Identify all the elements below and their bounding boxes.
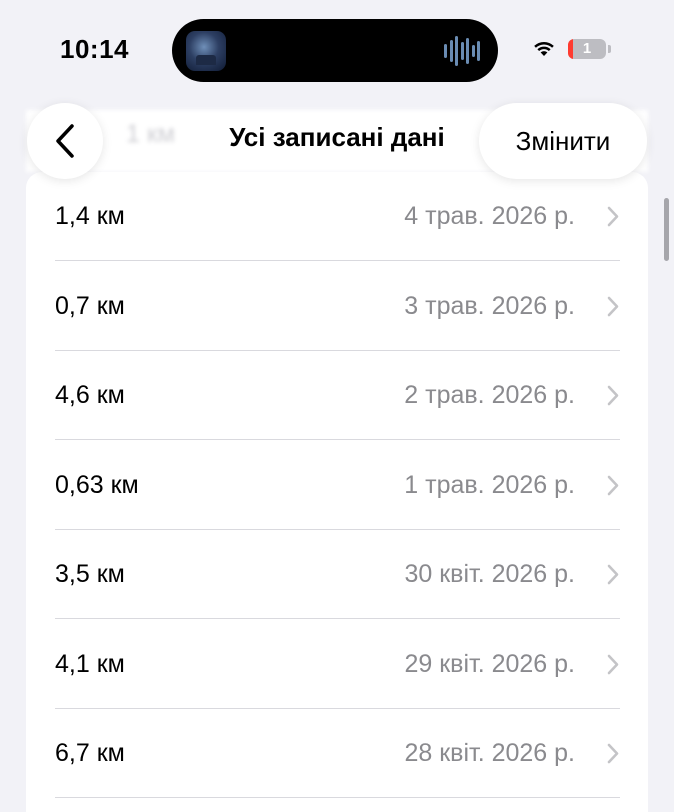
record-distance: 0,63 км <box>55 470 139 499</box>
chevron-right-icon <box>607 475 619 495</box>
record-date: 1 трав. 2026 р. <box>404 470 575 499</box>
record-distance: 6,7 км <box>55 739 125 767</box>
chevron-right-icon <box>607 296 619 316</box>
record-date: 28 квіт. 2026 р. <box>404 739 575 767</box>
now-playing-artwork <box>186 31 226 71</box>
back-button[interactable] <box>27 103 103 179</box>
record-row[interactable]: 0,7 км 3 трав. 2026 р. <box>26 262 648 351</box>
scroll-indicator[interactable] <box>664 198 669 261</box>
record-date: 4 трав. 2026 р. <box>404 202 575 230</box>
record-row[interactable]: 4,6 км 2 трав. 2026 р. <box>26 351 648 440</box>
chevron-right-icon <box>607 385 619 406</box>
chevron-right-icon <box>607 743 619 764</box>
chevron-right-icon <box>607 206 619 227</box>
navigation-bar: Усі записані дані Змінити <box>0 100 674 182</box>
record-date: 2 трав. 2026 р. <box>404 381 575 409</box>
record-row[interactable]: 0,63 км 1 трав. 2026 р. <box>26 441 648 530</box>
battery-icon: 1 <box>568 39 612 59</box>
record-date: 3 трав. 2026 р. <box>404 291 575 320</box>
record-distance: 0,7 км <box>55 291 125 320</box>
wifi-icon <box>534 41 554 56</box>
status-bar: 10:14 1 <box>0 0 674 100</box>
status-time: 10:14 <box>60 34 129 64</box>
dynamic-island[interactable] <box>172 19 498 82</box>
record-date: 30 квіт. 2026 р. <box>404 560 575 588</box>
record-row[interactable]: 3,5 км 30 квіт. 2026 р. <box>26 530 648 619</box>
record-distance: 3,5 км <box>55 560 125 588</box>
chevron-left-icon <box>56 124 74 158</box>
records-list: 1,4 км 4 трав. 2026 р. 0,7 км 3 трав. 20… <box>26 172 648 812</box>
page-title: Усі записані дані <box>229 122 445 152</box>
edit-button[interactable]: Змінити <box>479 103 647 179</box>
record-row[interactable]: 6,7 км 28 квіт. 2026 р. <box>26 709 648 798</box>
record-row[interactable]: 1,4 км 4 трав. 2026 р. <box>26 172 648 261</box>
record-date: 29 квіт. 2026 р. <box>404 649 575 678</box>
record-row[interactable]: 4,1 км 29 квіт. 2026 р. <box>26 620 648 709</box>
record-distance: 4,1 км <box>55 649 125 678</box>
battery-percentage: 1 <box>582 40 592 57</box>
chevron-right-icon <box>607 564 619 585</box>
chevron-right-icon <box>607 654 619 674</box>
record-distance: 1,4 км <box>55 202 125 230</box>
row-divider <box>55 797 620 798</box>
audio-waveform-icon <box>444 35 480 67</box>
record-distance: 4,6 км <box>55 381 125 409</box>
